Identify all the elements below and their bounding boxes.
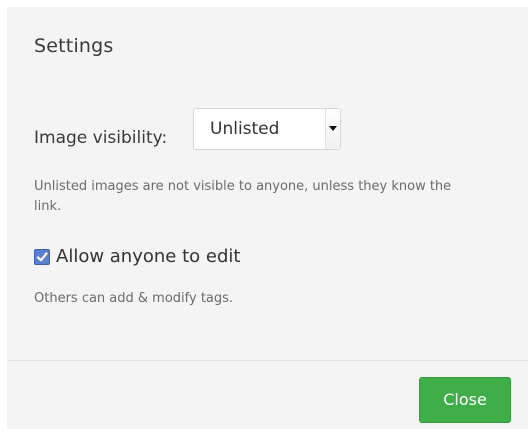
image-visibility-select[interactable]: Unlisted: [193, 108, 341, 150]
dropdown-arrow-icon: [325, 109, 340, 149]
checkmark-icon: [36, 251, 48, 261]
image-visibility-selected-value: Unlisted: [210, 119, 280, 139]
image-visibility-label: Image visibility:: [34, 128, 168, 148]
allow-edit-checkbox[interactable]: [34, 248, 50, 265]
close-button[interactable]: Close: [419, 377, 511, 423]
settings-dialog: Settings Image visibility: Unlisted Unli…: [7, 7, 528, 429]
allow-edit-label: Allow anyone to edit: [56, 246, 241, 267]
allow-edit-help-text: Others can add & modify tags.: [34, 291, 234, 306]
allow-edit-row[interactable]: Allow anyone to edit: [34, 246, 240, 267]
dialog-title: Settings: [34, 35, 114, 57]
visibility-help-text: Unlisted images are not visible to anyon…: [34, 179, 452, 214]
footer-divider: [7, 360, 528, 361]
